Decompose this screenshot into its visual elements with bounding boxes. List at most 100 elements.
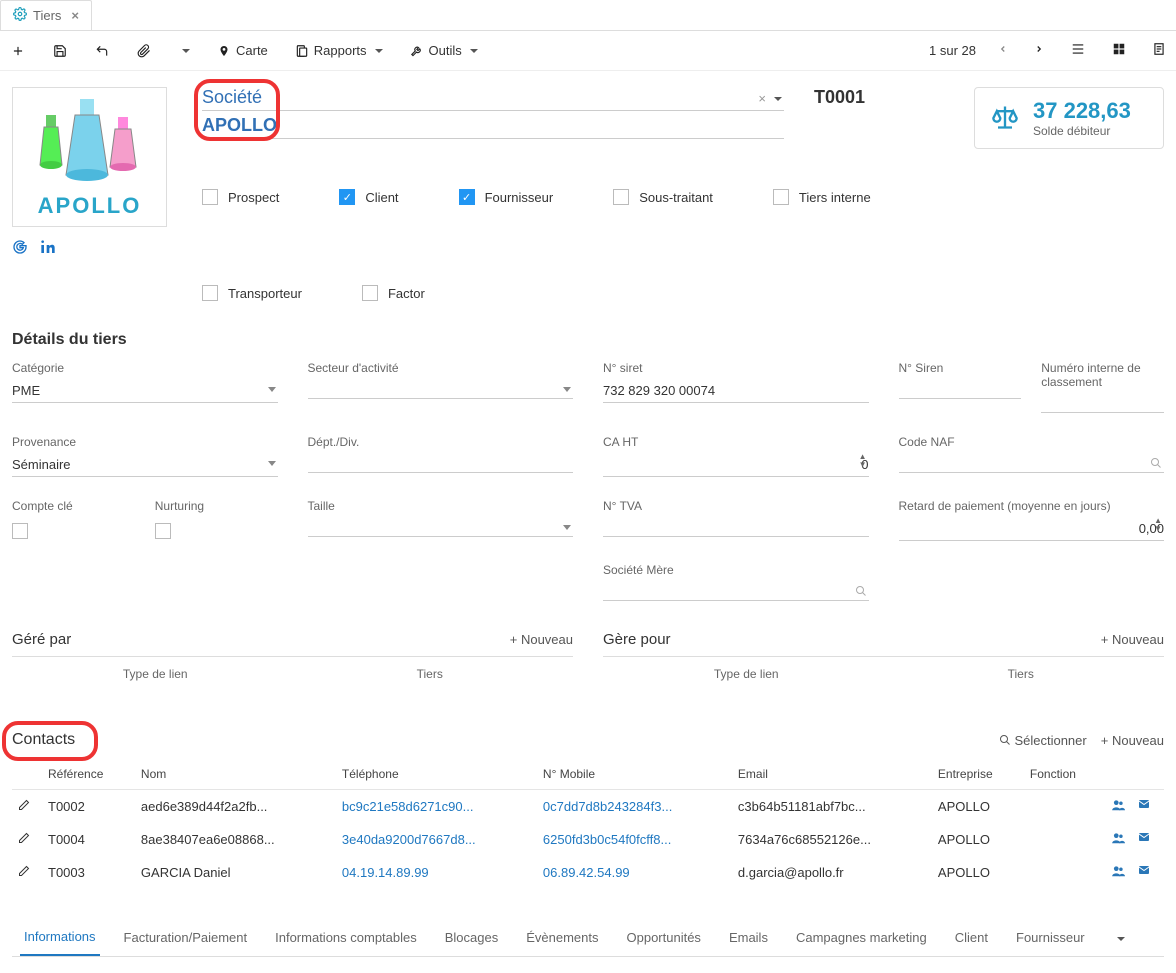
tab-facturation-paiement[interactable]: Facturation/Paiement	[120, 920, 252, 955]
more-dropdown[interactable]	[174, 47, 194, 55]
users-icon[interactable]	[1110, 831, 1126, 848]
mail-icon[interactable]	[1136, 864, 1152, 881]
contacts-select-button[interactable]: Sélectionner	[999, 733, 1087, 748]
field-nurturing[interactable]: Nurturing	[155, 499, 278, 541]
gear-icon	[13, 7, 27, 24]
edit-icon[interactable]	[12, 790, 42, 824]
chevron-down-icon[interactable]	[774, 97, 782, 101]
linkedin-icon[interactable]	[40, 239, 56, 258]
field-siret[interactable]: N° siret732 829 320 00074	[603, 361, 869, 413]
field-categorie[interactable]: CatégoriePME	[12, 361, 278, 413]
check-client[interactable]: ✓Client	[339, 189, 398, 205]
check-factor[interactable]: Factor	[362, 285, 425, 301]
tab-campagnes-marketing[interactable]: Campagnes marketing	[792, 920, 931, 955]
view-grid-button[interactable]	[1108, 40, 1130, 61]
field-provenance[interactable]: ProvenanceSéminaire	[12, 435, 278, 477]
edit-icon[interactable]	[12, 823, 42, 856]
cell-entreprise: APOLLO	[932, 856, 1024, 889]
pager-next[interactable]	[1030, 40, 1048, 61]
users-icon[interactable]	[1110, 798, 1126, 815]
carte-button[interactable]: Carte	[212, 41, 272, 61]
view-list-button[interactable]	[1066, 40, 1090, 61]
table-row[interactable]: T0003GARCIA Daniel04.19.14.89.9906.89.42…	[12, 856, 1164, 889]
mail-icon[interactable]	[1136, 831, 1152, 848]
check-transporteur[interactable]: Transporteur	[202, 285, 302, 301]
check-tiers-interne[interactable]: Tiers interne	[773, 189, 871, 205]
checkbox-icon[interactable]	[12, 523, 28, 539]
checkbox-icon[interactable]	[155, 523, 171, 539]
cell-mobile[interactable]: 6250fd3b0c54f0fcff8...	[537, 823, 732, 856]
grid-icon	[1112, 42, 1126, 59]
field-compte-cle[interactable]: Compte clé	[12, 499, 135, 541]
attach-button[interactable]	[132, 41, 156, 61]
tab-informations[interactable]: Informations	[20, 919, 100, 956]
field-siren[interactable]: N° Siren	[899, 361, 1022, 413]
close-icon[interactable]: ×	[71, 8, 79, 23]
chevron-down-icon	[182, 49, 190, 53]
rapports-button[interactable]: Rapports	[290, 41, 387, 61]
outils-button[interactable]: Outils	[405, 41, 482, 61]
undo-button[interactable]	[90, 41, 114, 61]
logo-illustration	[30, 95, 150, 185]
checkbox-icon	[613, 189, 629, 205]
map-pin-icon	[216, 43, 232, 59]
edit-icon[interactable]	[12, 856, 42, 889]
partner-name-field[interactable]: APOLLO	[202, 115, 784, 139]
field-tva[interactable]: N° TVA	[603, 499, 869, 541]
tab--v-nements[interactable]: Évènements	[522, 920, 602, 955]
cell-tel[interactable]: 3e40da9200d7667d8...	[336, 823, 537, 856]
tab-blocages[interactable]: Blocages	[441, 920, 502, 955]
search-icon[interactable]	[855, 585, 867, 600]
users-icon[interactable]	[1110, 864, 1126, 881]
search-icon[interactable]	[1150, 457, 1162, 472]
table-row[interactable]: T00048ae38407ea6e08868...3e40da9200d7667…	[12, 823, 1164, 856]
cell-mobile[interactable]: 06.89.42.54.99	[537, 856, 732, 889]
field-secteur[interactable]: Secteur d'activité	[308, 361, 574, 413]
check-prospect[interactable]: Prospect	[202, 189, 279, 205]
partner-name: APOLLO	[202, 115, 784, 136]
cell-mobile[interactable]: 0c7dd7d8b243284f3...	[537, 790, 732, 824]
balance-card[interactable]: 37 228,63 Solde débiteur	[974, 87, 1164, 149]
table-row[interactable]: T0002aed6e389d44f2a2fb...bc9c21e58d6271c…	[12, 790, 1164, 824]
stepper-icon[interactable]: ▲▼	[859, 453, 867, 469]
chevron-down-icon	[1117, 937, 1125, 941]
report-icon	[294, 43, 310, 59]
gere-par-new-button[interactable]: + Nouveau	[510, 632, 573, 647]
clear-icon[interactable]: ×	[758, 91, 766, 106]
field-num-interne[interactable]: Numéro interne de classement	[1041, 361, 1164, 413]
tab-emails[interactable]: Emails	[725, 920, 772, 955]
partner-type-field[interactable]: Société ×	[202, 87, 784, 111]
check-sous-traitant[interactable]: Sous-traitant	[613, 189, 713, 205]
mail-icon[interactable]	[1136, 798, 1152, 815]
stepper-icon[interactable]: ▲▼	[1154, 517, 1162, 533]
chevron-right-icon	[1034, 42, 1044, 59]
tab-client[interactable]: Client	[951, 920, 992, 955]
check-fournisseur[interactable]: ✓Fournisseur	[459, 189, 554, 205]
tab-opportunit-s[interactable]: Opportunités	[623, 920, 705, 955]
tab-fournisseur[interactable]: Fournisseur	[1012, 920, 1089, 955]
list-icon	[1070, 42, 1086, 59]
save-button[interactable]	[48, 41, 72, 61]
field-naf[interactable]: Code NAF	[899, 435, 1165, 477]
add-button[interactable]	[6, 41, 30, 61]
cell-ref: T0002	[42, 790, 135, 824]
logo-image[interactable]: APOLLO	[12, 87, 167, 227]
tabs-more[interactable]	[1109, 920, 1129, 955]
cell-tel[interactable]: 04.19.14.89.99	[336, 856, 537, 889]
cell-tel[interactable]: bc9c21e58d6271c90...	[336, 790, 537, 824]
pager-prev[interactable]	[994, 40, 1012, 61]
field-taille[interactable]: Taille	[308, 499, 574, 541]
google-icon[interactable]	[12, 239, 28, 258]
contacts-new-button[interactable]: + Nouveau	[1101, 733, 1164, 748]
field-caht[interactable]: CA HT0▲▼	[603, 435, 869, 477]
field-retard[interactable]: Retard de paiement (moyenne en jours)0,0…	[899, 499, 1165, 541]
page-tab[interactable]: Tiers ×	[0, 0, 92, 30]
wrench-icon	[409, 43, 425, 59]
cell-nom: GARCIA Daniel	[135, 856, 336, 889]
field-societe-mere[interactable]: Société Mère	[603, 563, 869, 601]
field-dept[interactable]: Dépt./Div.	[308, 435, 574, 477]
gere-pour-new-button[interactable]: + Nouveau	[1101, 632, 1164, 647]
balance-label: Solde débiteur	[1033, 124, 1131, 138]
tab-informations-comptables[interactable]: Informations comptables	[271, 920, 421, 955]
view-form-button[interactable]	[1148, 39, 1170, 62]
